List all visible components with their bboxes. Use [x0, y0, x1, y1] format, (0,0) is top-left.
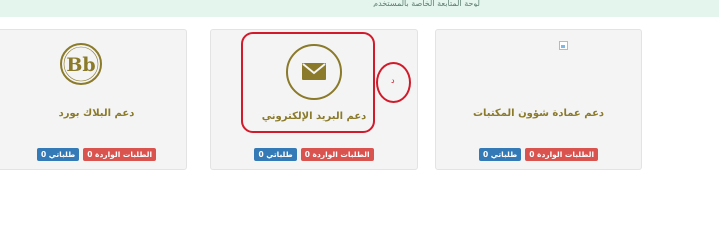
incoming-requests-badge[interactable]: الطلبات الواردة 0	[300, 148, 374, 161]
card-title-blackboard: دعم البلاك بورد	[58, 108, 135, 119]
svg-text:Bb: Bb	[66, 54, 95, 76]
top-banner: لوحة المتابعة الخاصة بالمستخدم	[0, 0, 719, 17]
annotation-rectangle	[241, 32, 375, 133]
incoming-requests-badge[interactable]: الطلبات الواردة 0	[83, 148, 157, 161]
annotation-mark: د	[391, 76, 395, 85]
badge-group: طلباتي 0 الطلبات الواردة 0	[211, 148, 417, 161]
blackboard-logo-icon: Bb	[60, 43, 102, 85]
broken-image-icon	[559, 41, 568, 50]
my-requests-badge[interactable]: طلباتي 0	[36, 148, 80, 161]
banner-text: لوحة المتابعة الخاصة بالمستخدم	[373, 0, 480, 7]
card-blackboard-support[interactable]: Bb دعم البلاك بورد طلباتي 0 الطلبات الوا…	[0, 29, 187, 170]
card-libraries-support[interactable]: دعم عمادة شؤون المكتبات طلباتي 0 الطلبات…	[435, 29, 642, 170]
card-title-libraries: دعم عمادة شؤون المكتبات	[472, 108, 605, 119]
badge-group: طلباتي 0 الطلبات الواردة 0	[436, 148, 641, 161]
badge-group: طلباتي 0 الطلبات الواردة 0	[0, 148, 194, 161]
my-requests-badge[interactable]: طلباتي 0	[478, 148, 522, 161]
incoming-requests-badge[interactable]: الطلبات الواردة 0	[525, 148, 599, 161]
my-requests-badge[interactable]: طلباتي 0	[254, 148, 297, 161]
